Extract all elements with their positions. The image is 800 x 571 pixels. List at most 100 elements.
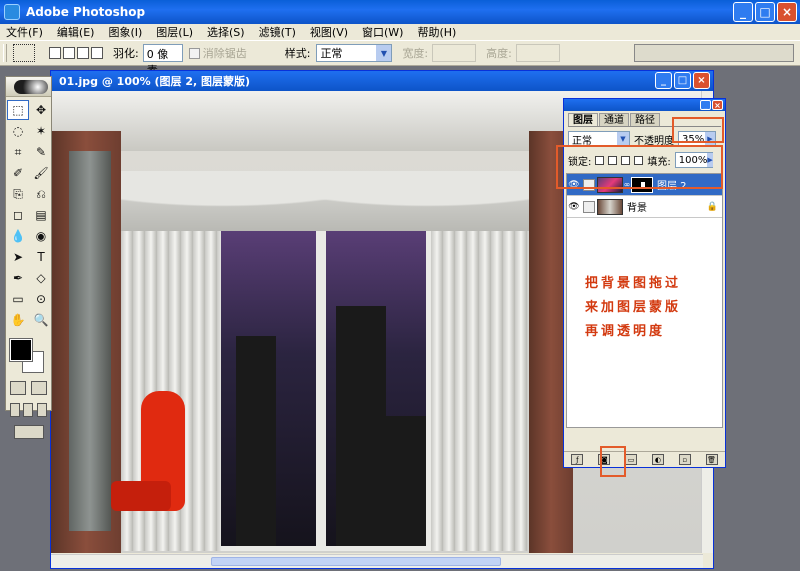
marquee-preset-icon[interactable] bbox=[13, 44, 35, 62]
lock-all-icon[interactable] bbox=[634, 155, 644, 165]
chevron-right-icon[interactable]: ▶ bbox=[707, 153, 713, 167]
doc-maximize-button[interactable]: □ bbox=[674, 72, 691, 89]
brush-slot-icon bbox=[583, 200, 595, 213]
horizontal-scrollbar[interactable] bbox=[51, 554, 703, 568]
menu-edit[interactable]: 编辑(E) bbox=[57, 24, 95, 40]
quick-mask-icon[interactable] bbox=[30, 381, 47, 395]
add-selection-icon[interactable] bbox=[63, 47, 75, 59]
style-select[interactable]: 正常 ▼ bbox=[316, 44, 393, 62]
height-input[interactable] bbox=[515, 44, 560, 62]
layer-row-background[interactable]: 👁 背景 🔒 bbox=[567, 196, 722, 218]
lock-icon: 🔒 bbox=[706, 201, 718, 212]
fill-input[interactable]: 100% ▶ bbox=[674, 152, 713, 168]
tab-layers[interactable]: 图层 bbox=[568, 113, 598, 126]
full-screen-icon[interactable] bbox=[37, 403, 48, 417]
layer-row-layer2[interactable]: 👁 ∞ 图层 2 bbox=[567, 174, 722, 196]
eyedropper-tool-icon[interactable]: ⊙ bbox=[30, 289, 52, 309]
eraser-tool-icon[interactable]: ◻ bbox=[7, 205, 29, 225]
brush-icon bbox=[583, 178, 595, 191]
document-title-bar[interactable]: 01.jpg @ 100% (图层 2, 图层蒙版) _ □ × bbox=[51, 71, 713, 91]
slice-tool-icon[interactable]: ✎ bbox=[30, 142, 52, 162]
move-tool-icon[interactable]: ✥ bbox=[30, 100, 52, 120]
clone-stamp-tool-icon[interactable]: ⎘ bbox=[7, 184, 29, 204]
chevron-down-icon: ▼ bbox=[617, 132, 629, 146]
magic-wand-tool-icon[interactable]: ✶ bbox=[30, 121, 52, 141]
layers-panel-header[interactable]: _ × bbox=[564, 99, 725, 111]
delete-layer-icon[interactable]: 🗑 bbox=[705, 454, 718, 465]
document-title: 01.jpg @ 100% (图层 2, 图层蒙版) bbox=[59, 75, 251, 88]
menu-image[interactable]: 图象(I) bbox=[108, 24, 142, 40]
link-chain-icon[interactable]: ∞ bbox=[623, 180, 631, 189]
layer-style-icon[interactable]: ƒ bbox=[571, 454, 584, 465]
doc-minimize-button[interactable]: _ bbox=[655, 72, 672, 89]
dodge-tool-icon[interactable]: ◉ bbox=[30, 226, 52, 246]
close-button[interactable]: × bbox=[777, 2, 797, 22]
toolbox-header[interactable] bbox=[6, 77, 51, 97]
menu-help[interactable]: 帮助(H) bbox=[417, 24, 456, 40]
type-tool-icon[interactable]: T bbox=[30, 247, 52, 267]
path-selection-tool-icon[interactable]: ➤ bbox=[7, 247, 29, 267]
eye-icon[interactable]: 👁 bbox=[567, 202, 581, 212]
layer-name: 背景 bbox=[627, 203, 647, 214]
menu-file[interactable]: 文件(F) bbox=[6, 24, 43, 40]
antialias-checkbox[interactable] bbox=[188, 47, 200, 59]
eye-icon[interactable]: 👁 bbox=[567, 180, 581, 190]
standard-screen-icon[interactable] bbox=[9, 403, 20, 417]
add-layer-mask-icon[interactable]: ◙ bbox=[598, 454, 611, 465]
feather-input[interactable]: 0 像素 bbox=[142, 44, 183, 77]
intersect-selection-icon[interactable] bbox=[91, 47, 103, 59]
width-input[interactable] bbox=[432, 44, 477, 62]
palette-well[interactable] bbox=[634, 44, 794, 62]
doc-close-button[interactable]: × bbox=[693, 72, 710, 89]
lock-transparency-icon[interactable] bbox=[595, 155, 605, 165]
blur-tool-icon[interactable]: 💧 bbox=[7, 226, 29, 246]
panel-minimize-button[interactable]: _ bbox=[700, 100, 711, 110]
new-set-icon[interactable]: ▭ bbox=[625, 454, 638, 465]
tab-channels[interactable]: 通道 bbox=[599, 113, 629, 126]
standard-mode-icon[interactable] bbox=[10, 381, 27, 395]
full-screen-menu-icon[interactable] bbox=[23, 403, 34, 417]
panel-close-button[interactable]: × bbox=[712, 100, 723, 110]
opacity-value: 35% bbox=[682, 133, 705, 145]
panel-tabs: 图层 通道 路径 bbox=[568, 113, 721, 127]
opacity-input[interactable]: 35% ▶ bbox=[678, 131, 716, 147]
app-title: Adobe Photoshop bbox=[26, 5, 146, 19]
blend-row: 正常 ▼ 不透明度 35% ▶ bbox=[568, 130, 721, 148]
photo-glass-door bbox=[69, 151, 111, 531]
horizontal-scroll-thumb[interactable] bbox=[211, 557, 501, 566]
menu-filter[interactable]: 滤镜(T) bbox=[259, 24, 296, 40]
menu-window[interactable]: 窗口(W) bbox=[362, 24, 403, 40]
adjustment-layer-icon[interactable]: ◐ bbox=[651, 454, 664, 465]
subtract-selection-icon[interactable] bbox=[77, 47, 89, 59]
foreground-color-swatch[interactable] bbox=[9, 338, 33, 362]
menu-layer[interactable]: 图层(L) bbox=[156, 24, 193, 40]
lock-pixels-icon[interactable] bbox=[608, 155, 618, 165]
layer-mask-thumbnail[interactable] bbox=[631, 176, 653, 193]
maximize-button[interactable]: □ bbox=[755, 2, 775, 22]
blend-mode-select[interactable]: 正常 ▼ bbox=[568, 131, 630, 147]
hand-tool-icon[interactable]: ✋ bbox=[7, 310, 29, 330]
options-grip[interactable] bbox=[3, 44, 7, 62]
custom-shape-tool-icon[interactable]: ◇ bbox=[30, 268, 52, 288]
marquee-tool-icon[interactable]: ⬚ bbox=[7, 100, 29, 120]
lock-position-icon[interactable] bbox=[621, 155, 631, 165]
menu-view[interactable]: 视图(V) bbox=[310, 24, 348, 40]
new-selection-icon[interactable] bbox=[49, 47, 61, 59]
new-layer-icon[interactable]: ▫ bbox=[678, 454, 691, 465]
tab-paths[interactable]: 路径 bbox=[630, 113, 660, 126]
crop-tool-icon[interactable]: ⌗ bbox=[7, 142, 29, 162]
healing-brush-tool-icon[interactable]: ✐ bbox=[7, 163, 29, 183]
brush-tool-icon[interactable]: 🖌 bbox=[30, 163, 52, 183]
toolbox: ⬚ ✥ ◌ ✶ ⌗ ✎ ✐ 🖌 ⎘ ⎌ ◻ ▤ 💧 ◉ ➤ T ✒ ◇ ▭ ⊙ … bbox=[5, 76, 52, 439]
menu-select[interactable]: 选择(S) bbox=[207, 24, 245, 40]
chevron-right-icon[interactable]: ▶ bbox=[705, 132, 715, 146]
jump-to-imageready-icon[interactable] bbox=[13, 425, 44, 439]
minimize-button[interactable]: _ bbox=[733, 2, 753, 22]
gradient-tool-icon[interactable]: ▤ bbox=[30, 205, 52, 225]
layers-panel: _ × 图层 通道 路径 正常 ▼ 不透明度 35% ▶ 锁定: 填充: 100… bbox=[563, 98, 726, 468]
zoom-tool-icon[interactable]: 🔍 bbox=[30, 310, 52, 330]
lasso-tool-icon[interactable]: ◌ bbox=[7, 121, 29, 141]
history-brush-tool-icon[interactable]: ⎌ bbox=[30, 184, 52, 204]
notes-tool-icon[interactable]: ▭ bbox=[7, 289, 29, 309]
pen-tool-icon[interactable]: ✒ bbox=[7, 268, 29, 288]
